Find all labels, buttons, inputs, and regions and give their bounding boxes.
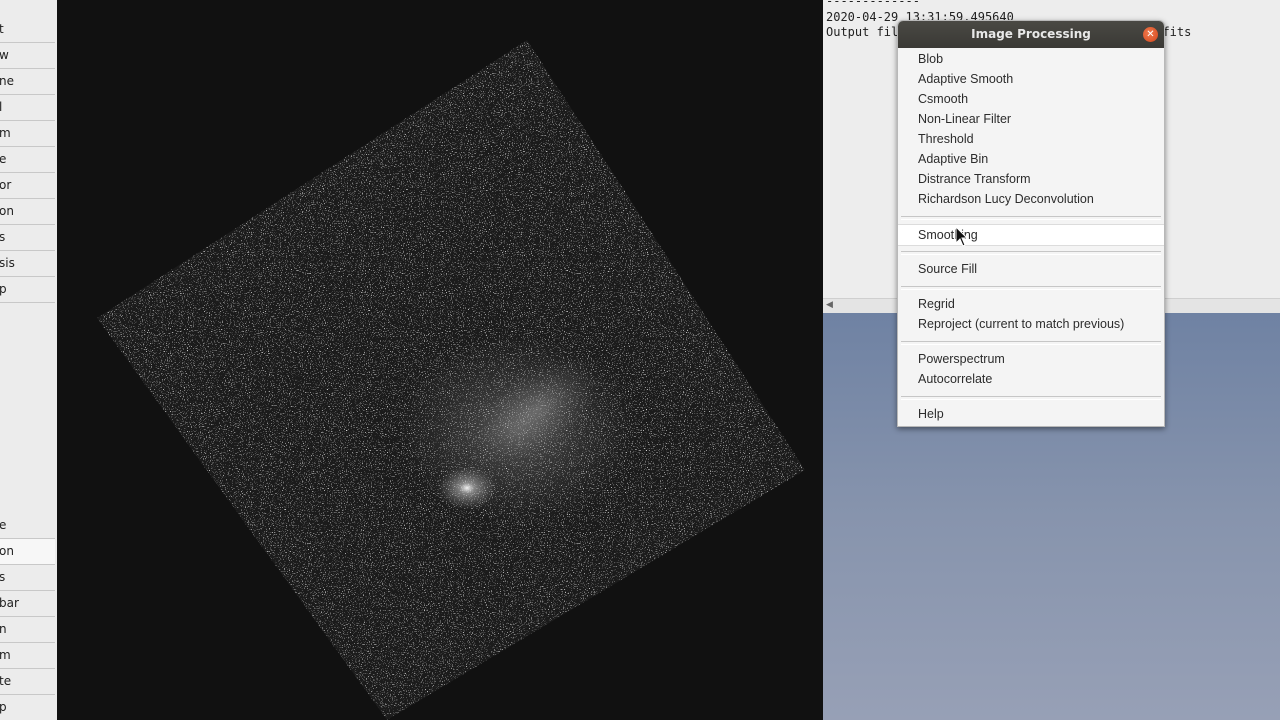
menu-item-autocorrelate[interactable]: Autocorrelate: [898, 369, 1164, 389]
close-icon[interactable]: ✕: [1143, 27, 1158, 42]
menu-separator: [901, 216, 1161, 220]
bright-source-core: [437, 466, 497, 510]
mouse-pointer-icon: [955, 226, 969, 247]
side-button-11[interactable]: p: [0, 277, 55, 303]
scroll-left-arrow-icon[interactable]: ◀: [826, 300, 833, 310]
menu-item-blob[interactable]: Blob: [898, 49, 1164, 69]
side-button-7[interactable]: or: [0, 173, 55, 199]
side-button-17[interactable]: m: [0, 643, 55, 669]
side-button-15[interactable]: bar: [0, 591, 55, 617]
menu-title: Image Processing: [898, 21, 1164, 48]
menu-item-csmooth[interactable]: Csmooth: [898, 89, 1164, 109]
left-button-panel: t w ne l m e or on s sis p e on s bar n …: [0, 0, 59, 720]
side-button-8[interactable]: on: [0, 199, 55, 225]
fits-image-canvas[interactable]: [57, 0, 823, 720]
side-button-13[interactable]: on: [0, 539, 55, 565]
side-button-5[interactable]: m: [0, 121, 55, 147]
menu-item-smoothing[interactable]: Smoothing: [898, 224, 1164, 246]
menu-separator: [901, 341, 1161, 345]
menu-item-help[interactable]: Help: [898, 404, 1164, 424]
side-button-2[interactable]: w: [0, 43, 55, 69]
side-button-6[interactable]: e: [0, 147, 55, 173]
side-button-10[interactable]: sis: [0, 251, 55, 277]
menu-item-regrid[interactable]: Regrid: [898, 294, 1164, 314]
side-button-1[interactable]: t: [0, 17, 55, 43]
log-output-prefix: Output fil: [826, 25, 899, 39]
menu-item-threshold[interactable]: Threshold: [898, 129, 1164, 149]
image-processing-menu: Image Processing ✕ Blob Adaptive Smooth …: [897, 20, 1165, 427]
menu-item-powerspectrum[interactable]: Powerspectrum: [898, 349, 1164, 369]
side-button-16[interactable]: n: [0, 617, 55, 643]
side-button-14[interactable]: s: [0, 565, 55, 591]
log-separator: -------------: [826, 0, 920, 8]
menu-item-source-fill[interactable]: Source Fill: [898, 259, 1164, 279]
menu-item-distance-transform[interactable]: Distrance Transform: [898, 169, 1164, 189]
side-button-12[interactable]: e: [0, 513, 55, 539]
menu-item-richardson-lucy[interactable]: Richardson Lucy Deconvolution: [898, 189, 1164, 209]
menu-item-adaptive-smooth[interactable]: Adaptive Smooth: [898, 69, 1164, 89]
side-button-3[interactable]: ne: [0, 69, 55, 95]
menu-separator: [901, 396, 1161, 400]
side-button-4[interactable]: l: [0, 95, 55, 121]
side-button-19[interactable]: p: [0, 695, 55, 720]
menu-item-adaptive-bin[interactable]: Adaptive Bin: [898, 149, 1164, 169]
side-button-18[interactable]: te: [0, 669, 55, 695]
menu-separator: [901, 251, 1161, 255]
menu-item-non-linear-filter[interactable]: Non-Linear Filter: [898, 109, 1164, 129]
menu-separator: [901, 286, 1161, 290]
side-button-9[interactable]: s: [0, 225, 55, 251]
menu-item-reproject[interactable]: Reproject (current to match previous): [898, 314, 1164, 334]
